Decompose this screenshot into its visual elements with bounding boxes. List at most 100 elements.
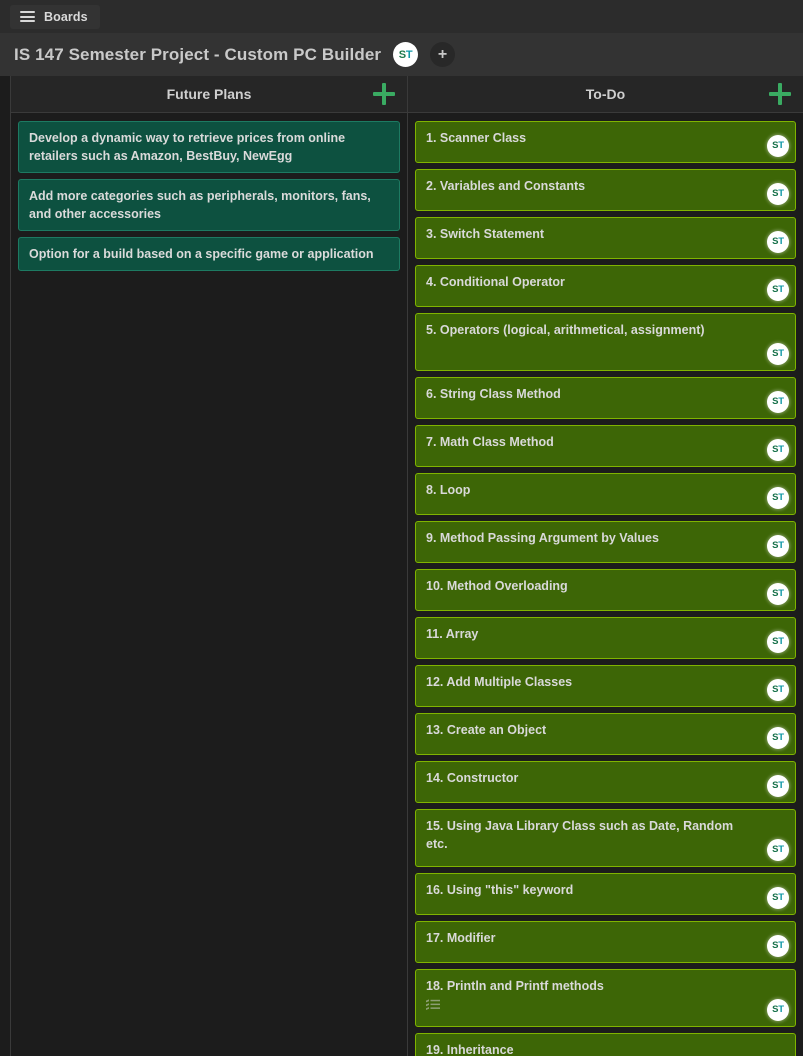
card[interactable]: 18. Println and Printf methods S T [415,969,796,1027]
card[interactable]: 15. Using Java Library Class such as Dat… [415,809,796,867]
card[interactable]: Add more categories such as peripherals,… [18,179,400,231]
avatar-initial-second: T [778,396,784,407]
card-container-future-plans: Develop a dynamic way to retrieve prices… [11,113,407,1056]
list-title: To-Do [585,86,626,102]
avatar-initial-second: T [778,348,784,359]
card-member-avatar[interactable]: ST [767,135,789,157]
avatar-initial-second: T [778,892,784,903]
list-header-future-plans: Future Plans [11,76,407,113]
card[interactable]: 5. Operators (logical, arithmetical, ass… [415,313,796,371]
card-title: 4. Conditional Operator [426,275,565,289]
avatar-initial-first: S [398,48,406,61]
avatar-initial-second: T [778,284,784,295]
board-member-avatar[interactable]: ST [393,42,419,67]
card[interactable]: 7. Math Class Method S T [415,425,796,467]
card-title: 17. Modifier [426,931,496,945]
card-member-avatar[interactable]: ST [767,391,789,413]
card-title: 3. Switch Statement [426,227,545,241]
top-navigation-bar: Boards [0,0,803,33]
card[interactable]: 6. String Class Method S T [415,377,796,419]
card-member-avatar[interactable]: ST [767,231,789,253]
avatar-initial-second: T [778,636,784,647]
card-member-avatar[interactable]: ST [767,279,789,301]
card[interactable]: 16. Using "this" keyword S T [415,873,796,915]
card-title: 19. Inheritance [426,1043,514,1056]
card-member-avatar[interactable]: ST [767,839,789,861]
avatar-initial-second: T [778,732,784,743]
card-member-avatar[interactable]: ST [767,775,789,797]
description-icon [426,998,440,1010]
hamburger-icon [20,11,35,22]
card[interactable]: 14. Constructor S T [415,761,796,803]
card-member-avatar[interactable]: ST [767,583,789,605]
card[interactable]: 12. Add Multiple Classes S T [415,665,796,707]
avatar-initial-second: T [778,236,784,247]
card-badges [426,997,751,1011]
card-member-avatar[interactable]: ST [767,439,789,461]
avatar-initial-second: T [778,684,784,695]
list-title: Future Plans [166,86,252,102]
card-title: 9. Method Passing Argument by Values [426,531,659,545]
card-title: Add more categories such as peripherals,… [29,189,371,221]
list-future-plans: Future Plans Develop a dynamic way to re… [10,76,408,1056]
card-title: 2. Variables and Constants [426,179,586,193]
card-member-avatar[interactable]: ST [767,887,789,909]
card[interactable]: 11. Array S T [415,617,796,659]
card-title: 13. Create an Object [426,723,547,737]
boards-button-label: Boards [44,9,88,24]
card-title: 10. Method Overloading [426,579,568,593]
avatar-initial-second: T [778,492,784,503]
card[interactable]: 9. Method Passing Argument by Values S T [415,521,796,563]
card-member-avatar[interactable]: ST [767,935,789,957]
card-member-avatar[interactable]: ST [767,487,789,509]
list-todo: To-Do 1. Scanner Class S T 2. Variables and… [408,76,803,1056]
card-title: 12. Add Multiple Classes [426,675,573,689]
avatar-initial-second: T [778,780,784,791]
card[interactable]: 17. Modifier S T [415,921,796,963]
card-member-avatar[interactable]: ST [767,183,789,205]
avatar-initial-second: T [778,940,784,951]
card-member-avatar[interactable]: ST [767,727,789,749]
card[interactable]: 8. Loop S T [415,473,796,515]
card-member-avatar[interactable]: ST [767,343,789,365]
card-title: Option for a build based on a specific g… [29,247,374,261]
avatar-initial-second: T [405,48,413,61]
card-title: 11. Array [426,627,479,641]
avatar-initial-second: T [778,140,784,151]
card[interactable]: 13. Create an Object S T [415,713,796,755]
avatar-initial-second: T [778,588,784,599]
card[interactable]: 1. Scanner Class S T [415,121,796,163]
card[interactable]: Option for a build based on a specific g… [18,237,400,271]
card[interactable]: 10. Method Overloading S T [415,569,796,611]
card[interactable]: 3. Switch Statement S T [415,217,796,259]
board-title: IS 147 Semester Project - Custom PC Buil… [14,44,382,64]
avatar-initial-second: T [778,188,784,199]
add-card-button-todo[interactable] [769,83,791,105]
card-title: 6. String Class Method [426,387,561,401]
card-title: Develop a dynamic way to retrieve prices… [29,131,346,163]
card-title: 15. Using Java Library Class such as Dat… [426,819,734,851]
card[interactable]: 2. Variables and Constants S T [415,169,796,211]
avatar-initial-second: T [778,444,784,455]
card-member-avatar[interactable]: ST [767,535,789,557]
card[interactable]: Develop a dynamic way to retrieve prices… [18,121,400,173]
add-member-button[interactable]: + [430,42,456,67]
list-header-todo: To-Do [408,76,803,113]
avatar-initial-second: T [778,844,784,855]
avatar-initial-second: T [778,1004,784,1015]
card[interactable]: 4. Conditional Operator S T [415,265,796,307]
card-title: 16. Using "this" keyword [426,883,574,897]
card-title: 5. Operators (logical, arithmetical, ass… [426,323,705,337]
card-title: 14. Constructor [426,771,519,785]
card-title: 1. Scanner Class [426,131,527,145]
board-canvas: Future Plans Develop a dynamic way to re… [0,76,803,1056]
card-title: 8. Loop [426,483,471,497]
card-member-avatar[interactable]: ST [767,999,789,1021]
avatar-initial-second: T [778,540,784,551]
boards-button[interactable]: Boards [10,4,100,29]
card-member-avatar[interactable]: ST [767,679,789,701]
card-title: 18. Println and Printf methods [426,979,604,993]
add-card-button-future-plans[interactable] [373,83,395,105]
card-member-avatar[interactable]: ST [767,631,789,653]
card[interactable]: 19. Inheritance [415,1033,796,1056]
